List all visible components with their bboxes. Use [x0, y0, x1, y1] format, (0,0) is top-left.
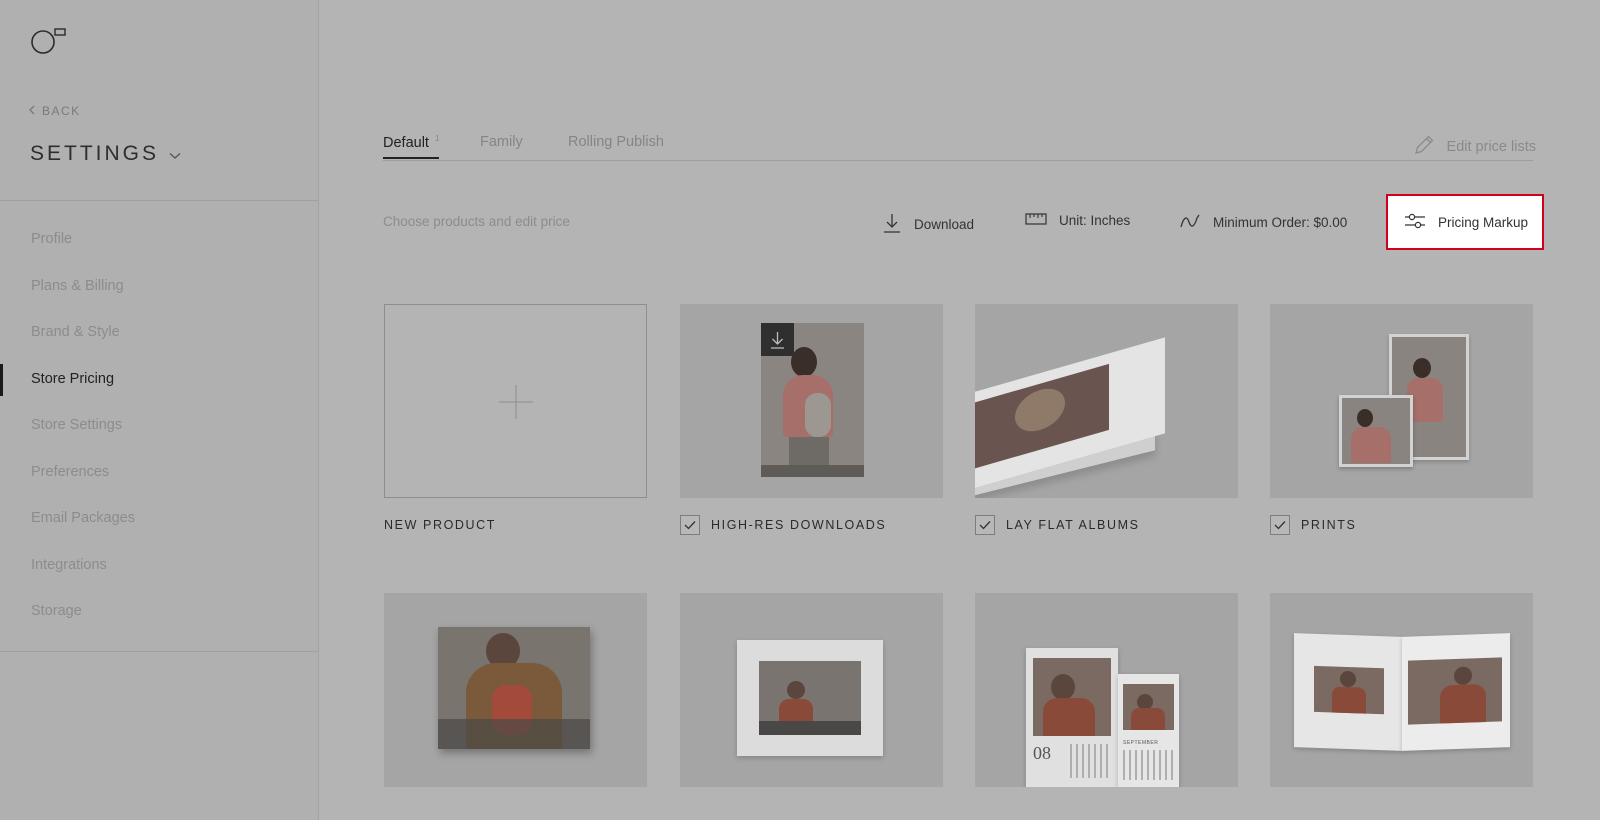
- ruler-icon: [1025, 212, 1047, 229]
- tab-rolling-publish[interactable]: Rolling Publish: [568, 134, 664, 158]
- sidebar-item-preferences[interactable]: Preferences: [0, 451, 318, 498]
- product-label: PRINTS: [1301, 518, 1357, 532]
- pencil-icon: [1413, 134, 1435, 160]
- sidebar-divider: [0, 200, 318, 201]
- sidebar-divider: [0, 651, 318, 652]
- unit-selector[interactable]: Unit: Inches: [1025, 212, 1130, 229]
- curve-icon: [1179, 212, 1201, 233]
- plus-icon: [498, 384, 534, 425]
- unit-label: Unit: Inches: [1059, 213, 1131, 228]
- download-button[interactable]: Download: [882, 212, 974, 237]
- framed-print-thumbnail[interactable]: [680, 593, 943, 787]
- settings-title: SETTINGS: [30, 142, 160, 165]
- product-card-framed-print: [680, 593, 943, 787]
- chevron-left-icon: [28, 104, 36, 118]
- download-label: Download: [914, 217, 975, 232]
- sidebar-item-store-pricing[interactable]: Store Pricing: [0, 358, 318, 405]
- settings-nav: Profile Plans & Billing Brand & Style St…: [0, 218, 318, 637]
- sidebar-item-profile[interactable]: Profile: [0, 218, 318, 265]
- sidebar-item-plans-billing[interactable]: Plans & Billing: [0, 265, 318, 312]
- lay-flat-albums-thumbnail[interactable]: [975, 304, 1238, 498]
- tab-family[interactable]: Family: [480, 134, 523, 158]
- new-product-tile[interactable]: [384, 304, 647, 498]
- canvas-thumbnail[interactable]: [384, 593, 647, 787]
- product-label: LAY FLAT ALBUMS: [1006, 518, 1140, 532]
- product-card-photo-book: [1270, 593, 1533, 787]
- product-checkbox[interactable]: [975, 515, 995, 535]
- sliders-icon: [1404, 212, 1426, 233]
- tab-default[interactable]: Default 1: [383, 134, 440, 159]
- sidebar-item-email-packages[interactable]: Email Packages: [0, 497, 318, 544]
- minimum-order-label: Minimum Order: $0.00: [1213, 215, 1348, 230]
- download-badge-icon: [761, 323, 794, 356]
- back-link[interactable]: BACK: [28, 104, 81, 118]
- brand-logo-icon[interactable]: [30, 28, 70, 58]
- edit-price-lists-button[interactable]: Edit price lists: [1413, 134, 1536, 160]
- photo-book-thumbnail[interactable]: [1270, 593, 1533, 787]
- sidebar: BACK SETTINGS Profile Plans & Billing Br…: [0, 0, 319, 820]
- price-list-tabs: Default 1 Family Rolling Publish: [383, 130, 1533, 161]
- toolbar-hint: Choose products and edit price: [383, 214, 570, 229]
- settings-title-dropdown[interactable]: SETTINGS: [30, 142, 181, 166]
- product-card-calendar: 08 SEPTEMBER: [975, 593, 1238, 787]
- product-card-lay-flat-albums: LAY FLAT ALBUMS: [975, 304, 1238, 536]
- product-label: NEW PRODUCT: [384, 518, 497, 532]
- main-content: Default 1 Family Rolling Publish Edit pri…: [319, 0, 1600, 820]
- chevron-down-icon: [169, 142, 181, 166]
- product-checkbox[interactable]: [680, 515, 700, 535]
- tab-label: Default: [383, 134, 429, 151]
- prints-thumbnail[interactable]: [1270, 304, 1533, 498]
- sidebar-item-integrations[interactable]: Integrations: [0, 544, 318, 591]
- sidebar-item-brand-style[interactable]: Brand & Style: [0, 311, 318, 358]
- product-card-new: NEW PRODUCT: [384, 304, 647, 536]
- pricing-markup-button[interactable]: Pricing Markup: [1386, 194, 1545, 250]
- download-icon: [882, 212, 902, 237]
- edit-price-lists-label: Edit price lists: [1446, 139, 1536, 155]
- sidebar-item-store-settings[interactable]: Store Settings: [0, 404, 318, 451]
- calendar-thumbnail[interactable]: 08 SEPTEMBER: [975, 593, 1238, 787]
- high-res-downloads-thumbnail[interactable]: [680, 304, 943, 498]
- product-card-high-res-downloads: HIGH-RES DOWNLOADS: [680, 304, 943, 536]
- calendar-day: 08: [1033, 743, 1051, 763]
- product-label: HIGH-RES DOWNLOADS: [711, 518, 887, 532]
- product-card-prints: PRINTS: [1270, 304, 1533, 536]
- sidebar-item-storage[interactable]: Storage: [0, 590, 318, 637]
- pricing-markup-label: Pricing Markup: [1438, 214, 1529, 230]
- tab-badge: 1: [434, 134, 440, 143]
- product-card-canvas: [384, 593, 647, 787]
- back-label: BACK: [42, 104, 81, 118]
- product-checkbox[interactable]: [1270, 515, 1290, 535]
- calendar-month: SEPTEMBER: [1123, 740, 1159, 746]
- minimum-order-button[interactable]: Minimum Order: $0.00: [1179, 212, 1347, 233]
